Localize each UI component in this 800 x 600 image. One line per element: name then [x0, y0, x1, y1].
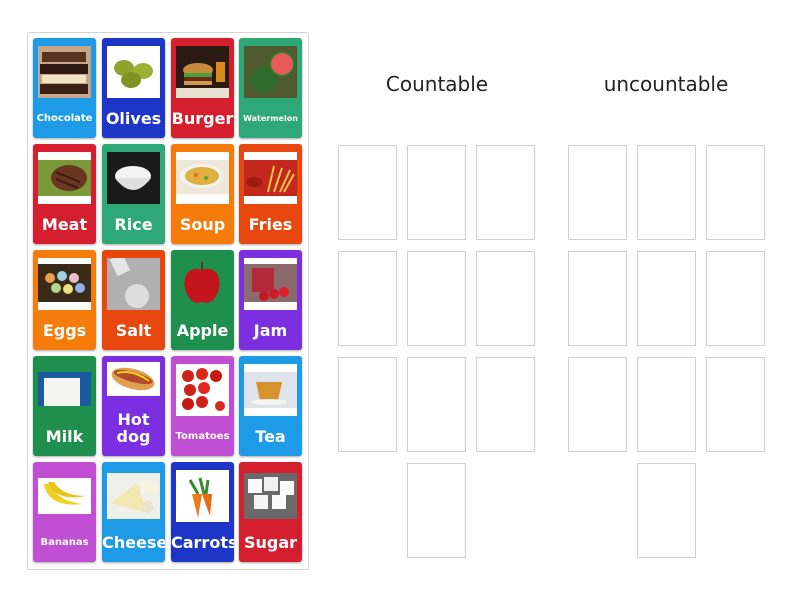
- card-tea[interactable]: Tea: [239, 356, 302, 456]
- tea-cup-icon: [244, 364, 297, 416]
- drop-slot-countable[interactable]: [476, 251, 535, 346]
- card-meat[interactable]: Meat: [33, 144, 96, 244]
- card-milk[interactable]: Milk: [33, 356, 96, 456]
- drop-slot-uncountable[interactable]: [637, 357, 696, 452]
- drop-slot-uncountable[interactable]: [568, 145, 627, 240]
- card-label: Watermelon: [243, 113, 298, 123]
- drop-slot-uncountable[interactable]: [568, 357, 627, 452]
- card-label: Jam: [253, 321, 288, 341]
- card-eggs[interactable]: Eggs: [33, 250, 96, 350]
- milk-glass-icon: [38, 364, 91, 416]
- olives-icon: [107, 46, 160, 98]
- card-soup[interactable]: Soup: [171, 144, 234, 244]
- drop-slot-uncountable[interactable]: [637, 145, 696, 240]
- drop-slot-countable[interactable]: [407, 357, 466, 452]
- card-label: Meat: [41, 215, 88, 235]
- card-label: Olives: [105, 109, 162, 129]
- watermelon-icon: [244, 46, 297, 98]
- burger-icon: [176, 46, 229, 98]
- drop-slot-countable[interactable]: [476, 357, 535, 452]
- soup-bowl-icon: [176, 152, 229, 204]
- drop-slot-uncountable[interactable]: [568, 251, 627, 346]
- eggs-basket-icon: [38, 258, 91, 310]
- card-watermelon[interactable]: Watermelon: [239, 38, 302, 138]
- card-bananas[interactable]: Bananas: [33, 462, 96, 562]
- drop-slot-uncountable[interactable]: [637, 251, 696, 346]
- hotdog-icon: [107, 362, 160, 396]
- card-chocolate[interactable]: Chocolate: [33, 38, 96, 138]
- drop-slot-countable[interactable]: [407, 145, 466, 240]
- jam-jar-icon: [244, 258, 297, 310]
- card-label: Rice: [114, 215, 153, 235]
- sugar-cubes-icon: [244, 470, 297, 522]
- card-label: Burger: [171, 109, 234, 129]
- card-label: Carrots: [171, 533, 234, 553]
- card-cheese[interactable]: Cheese: [102, 462, 165, 562]
- apple-icon: [176, 258, 229, 310]
- drop-slot-countable[interactable]: [338, 251, 397, 346]
- card-label: Tea: [255, 427, 286, 447]
- card-label: Salt: [115, 321, 152, 341]
- card-sugar[interactable]: Sugar: [239, 462, 302, 562]
- card-label: Tomatoes: [175, 430, 230, 442]
- card-label: Milk: [45, 427, 84, 447]
- bananas-icon: [38, 470, 91, 522]
- drop-slot-uncountable[interactable]: [637, 463, 696, 558]
- chocolate-bar-icon: [38, 46, 91, 98]
- drop-slot-uncountable[interactable]: [706, 145, 765, 240]
- tomatoes-icon: [176, 364, 229, 416]
- card-rice[interactable]: Rice: [102, 144, 165, 244]
- drop-slot-uncountable[interactable]: [706, 357, 765, 452]
- carrots-icon: [176, 470, 229, 522]
- column-heading-uncountable: uncountable: [603, 72, 729, 96]
- card-tomatoes[interactable]: Tomatoes: [171, 356, 234, 456]
- card-label: Fries: [248, 215, 293, 235]
- card-burger[interactable]: Burger: [171, 38, 234, 138]
- card-salt[interactable]: Salt: [102, 250, 165, 350]
- card-jam[interactable]: Jam: [239, 250, 302, 350]
- column-heading-countable: Countable: [385, 72, 489, 96]
- card-hot-dog[interactable]: Hot dog: [102, 356, 165, 456]
- card-carrots[interactable]: Carrots: [171, 462, 234, 562]
- drop-slot-countable[interactable]: [338, 357, 397, 452]
- card-label: Sugar: [243, 533, 298, 553]
- card-label: Eggs: [42, 321, 87, 341]
- card-fries[interactable]: Fries: [239, 144, 302, 244]
- fries-icon: [244, 152, 297, 204]
- card-apple[interactable]: Apple: [171, 250, 234, 350]
- card-label: Bananas: [40, 536, 89, 548]
- card-label: Cheese: [102, 533, 165, 553]
- card-label: Hot dog: [116, 410, 151, 447]
- drop-slot-countable[interactable]: [476, 145, 535, 240]
- drop-slot-countable[interactable]: [407, 463, 466, 558]
- rice-bowl-icon: [107, 152, 160, 204]
- drop-slot-countable[interactable]: [338, 145, 397, 240]
- drop-slot-countable[interactable]: [407, 251, 466, 346]
- salt-shaker-icon: [107, 258, 160, 310]
- cheese-icon: [107, 470, 160, 522]
- steak-icon: [38, 152, 91, 204]
- drop-slot-uncountable[interactable]: [706, 251, 765, 346]
- card-label: Chocolate: [36, 112, 93, 124]
- card-label: Soup: [179, 215, 226, 235]
- card-olives[interactable]: Olives: [102, 38, 165, 138]
- card-label: Apple: [176, 321, 229, 341]
